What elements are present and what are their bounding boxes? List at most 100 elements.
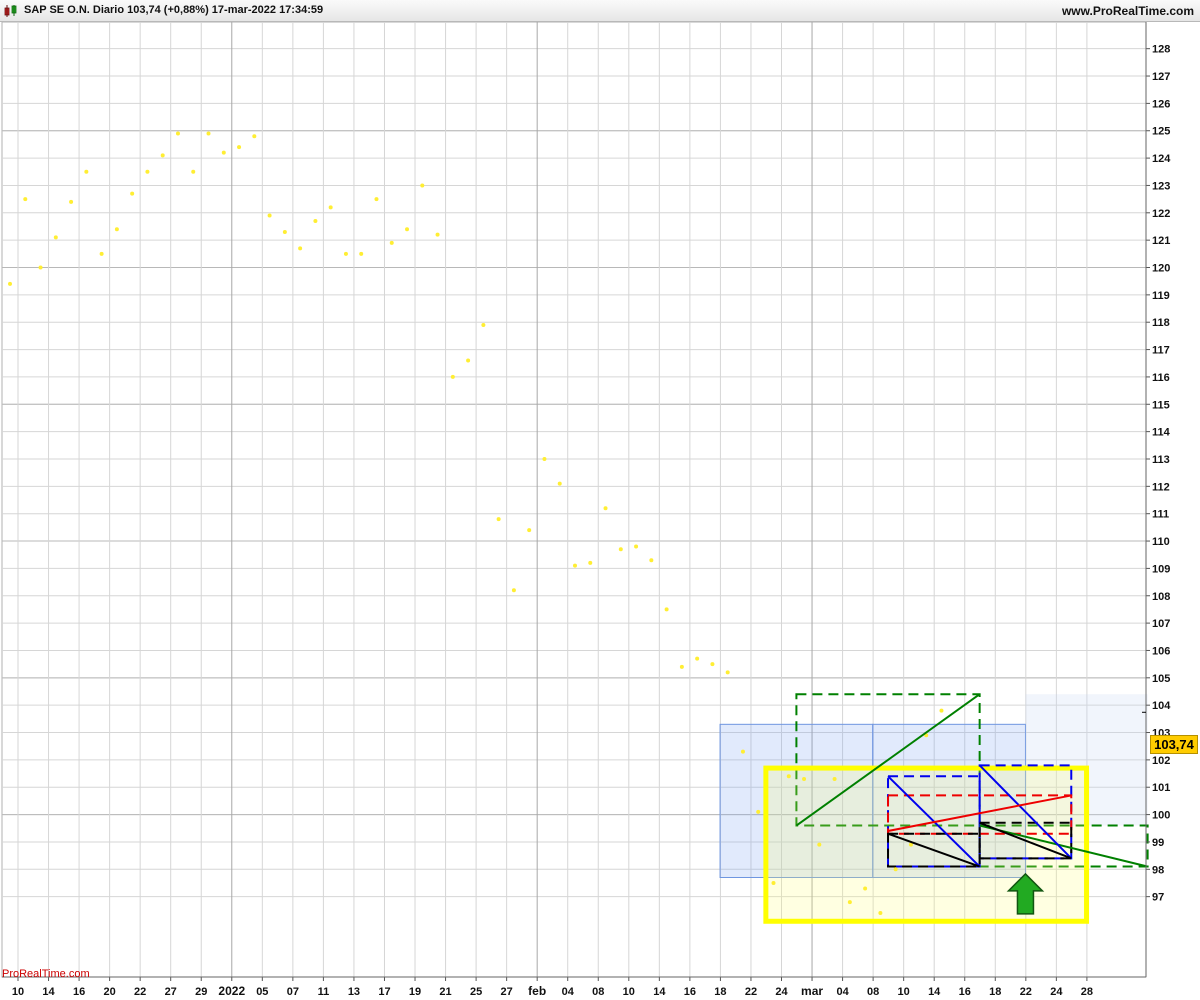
price-dot xyxy=(389,240,394,245)
x-tick-label: 22 xyxy=(745,986,757,998)
x-tick-label: 16 xyxy=(959,986,971,998)
y-tick-label: 106 xyxy=(1152,645,1170,657)
price-dot xyxy=(618,547,623,552)
price-dot xyxy=(710,662,715,667)
x-tick-label: 10 xyxy=(12,986,24,998)
x-tick-label: 29 xyxy=(195,986,207,998)
x-tick-label: 13 xyxy=(348,986,360,998)
price-dot xyxy=(38,265,43,270)
y-tick-label: 114 xyxy=(1152,427,1171,439)
y-tick-label: 117 xyxy=(1152,345,1170,357)
x-tick-label: 20 xyxy=(103,986,115,998)
price-dot xyxy=(221,150,226,155)
x-tick-label: 24 xyxy=(1050,986,1063,998)
y-tick-label: 99 xyxy=(1152,837,1164,849)
price-dot xyxy=(863,886,868,891)
price-dot xyxy=(267,213,272,218)
price-dot xyxy=(328,205,333,210)
y-tick-label: 115 xyxy=(1152,399,1170,411)
price-dot xyxy=(740,749,745,754)
y-tick-label: 122 xyxy=(1152,208,1170,220)
price-dot xyxy=(847,900,852,905)
price-dot xyxy=(786,774,791,779)
price-dot xyxy=(313,219,318,224)
price-dot xyxy=(23,197,28,202)
price-dot xyxy=(802,777,807,782)
price-dot xyxy=(649,558,654,563)
x-tick-label: 07 xyxy=(287,986,299,998)
y-tick-label: 119 xyxy=(1152,290,1170,302)
y-tick-label: 108 xyxy=(1152,591,1170,603)
price-chart[interactable]: 9798991001011021031041051061071081091101… xyxy=(0,22,1200,1000)
price-dot xyxy=(695,656,700,661)
price-dot xyxy=(557,481,562,486)
price-dot xyxy=(664,607,669,612)
brand-link[interactable]: www.ProRealTime.com xyxy=(1062,4,1194,18)
y-tick-label: 125 xyxy=(1152,126,1170,138)
y-tick-label: 97 xyxy=(1152,892,1164,904)
x-tick-label: 22 xyxy=(1020,986,1032,998)
x-tick-label: 05 xyxy=(256,986,268,998)
x-tick-label: 28 xyxy=(1081,986,1093,998)
x-tick-label: 10 xyxy=(623,986,635,998)
price-dot xyxy=(8,281,12,286)
x-tick-label: 08 xyxy=(592,986,604,998)
price-dot xyxy=(252,134,257,139)
price-dot xyxy=(53,235,58,240)
x-tick-label: 14 xyxy=(42,986,55,998)
y-tick-label: 109 xyxy=(1152,563,1170,575)
price-dot xyxy=(130,191,135,196)
x-tick-label: 10 xyxy=(898,986,910,998)
price-dot xyxy=(572,563,577,568)
x-tick-label: 08 xyxy=(867,986,879,998)
y-tick-label: 104 xyxy=(1152,700,1171,712)
price-dot xyxy=(588,560,593,565)
price-dot xyxy=(420,183,425,188)
price-dot xyxy=(817,842,822,847)
x-tick-label: 22 xyxy=(134,986,146,998)
x-tick-label: 14 xyxy=(928,986,941,998)
price-dot xyxy=(481,322,486,327)
price-dot xyxy=(511,588,516,593)
y-tick-label: 128 xyxy=(1152,44,1170,56)
price-dot xyxy=(298,246,303,251)
price-dot xyxy=(145,169,150,174)
x-tick-label: 27 xyxy=(165,986,177,998)
chart-title-bar: SAP SE O.N. Diario 103,74 (+0,88%) 17-ma… xyxy=(0,0,1200,22)
y-tick-label: 98 xyxy=(1152,864,1164,876)
y-tick-label: 124 xyxy=(1152,153,1171,165)
price-dot xyxy=(939,708,944,713)
price-dot xyxy=(466,358,471,363)
x-tick-label: 16 xyxy=(684,986,696,998)
y-tick-label: 112 xyxy=(1152,481,1170,493)
price-dot xyxy=(114,227,119,232)
price-dot xyxy=(496,517,501,522)
price-dot xyxy=(160,153,165,158)
y-tick-label: 101 xyxy=(1152,782,1170,794)
price-dot xyxy=(175,131,180,136)
price-dot xyxy=(679,664,684,669)
last-price-badge: 103,74 xyxy=(1150,735,1198,754)
price-dot xyxy=(771,880,776,885)
x-tick-label: 04 xyxy=(562,986,575,998)
price-dot xyxy=(832,777,837,782)
price-dot xyxy=(237,145,242,150)
y-tick-label: 107 xyxy=(1152,618,1170,630)
x-tick-label: 21 xyxy=(439,986,451,998)
price-dot xyxy=(191,169,196,174)
y-tick-label: 118 xyxy=(1152,317,1170,329)
y-tick-label: 121 xyxy=(1152,235,1170,247)
y-tick-label: 123 xyxy=(1152,180,1170,192)
watermark: ProRealTime.com xyxy=(2,968,90,980)
price-dot xyxy=(69,199,74,204)
y-tick-label: 127 xyxy=(1152,71,1170,83)
y-tick-label: 126 xyxy=(1152,98,1170,110)
price-dot xyxy=(282,229,287,234)
y-tick-label: 113 xyxy=(1152,454,1170,466)
x-tick-label: 27 xyxy=(501,986,513,998)
y-tick-label: 110 xyxy=(1152,536,1170,548)
x-tick-label: 18 xyxy=(714,986,726,998)
price-dot xyxy=(435,232,440,237)
x-tick-label: 04 xyxy=(836,986,849,998)
x-tick-label: 16 xyxy=(73,986,85,998)
